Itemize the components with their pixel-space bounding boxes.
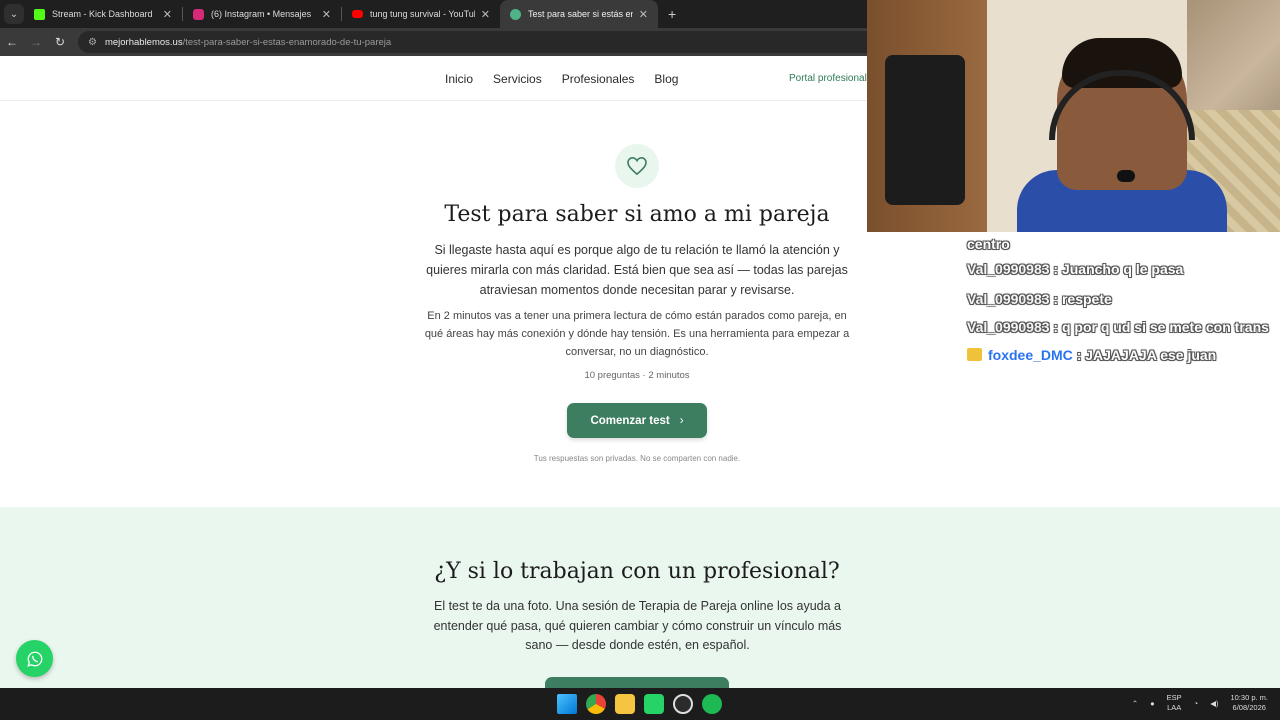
nav-link-inicio[interactable]: Inicio bbox=[445, 72, 473, 86]
crown-badge-icon bbox=[967, 348, 982, 361]
chat-fragment: centro bbox=[967, 236, 1010, 252]
heart-icon bbox=[615, 144, 659, 188]
chat-username: Val_0990983 bbox=[967, 291, 1050, 307]
close-icon[interactable]: ✕ bbox=[481, 8, 490, 21]
chat-text: : JAJAJAJA ese juan bbox=[1076, 347, 1217, 363]
test-meta: 10 preguntas · 2 minutos bbox=[584, 370, 690, 381]
portal-profesional-link[interactable]: Portal profesional bbox=[789, 73, 867, 84]
nav-link-profesionales[interactable]: Profesionales bbox=[562, 72, 635, 86]
volume-icon[interactable]: ◀) bbox=[1210, 699, 1218, 708]
privacy-note: Tus respuestas son privadas. No se compa… bbox=[533, 454, 741, 463]
hero-lead-text: Si llegaste hasta aquí es porque algo de… bbox=[426, 243, 848, 297]
section-text: El test te da una foto. Una sesión de Te… bbox=[433, 599, 842, 652]
lang-top: ESP bbox=[1166, 693, 1182, 702]
close-icon[interactable]: ✕ bbox=[322, 8, 331, 21]
clock[interactable]: 10:30 p. m. 6/08/2026 bbox=[1230, 693, 1268, 713]
start-test-button[interactable]: Comenzar test › bbox=[567, 403, 707, 438]
chat-username: foxdee_DMC bbox=[988, 347, 1073, 363]
url-path: /test-para-saber-si-estas-enamorado-de-t… bbox=[182, 36, 392, 48]
obs-icon[interactable] bbox=[673, 694, 693, 714]
whatsapp-icon bbox=[26, 651, 42, 667]
tab-youtube[interactable]: tung tung survival - YouTube ✕ bbox=[342, 0, 500, 28]
clock-date: 6/08/2026 bbox=[1232, 703, 1266, 712]
tab-title: Test para saber si estás enamor bbox=[528, 9, 633, 19]
tab-test-active[interactable]: Test para saber si estás enamor ✕ bbox=[500, 0, 658, 28]
site-favicon-icon bbox=[510, 8, 521, 20]
tab-title: tung tung survival - YouTube bbox=[370, 9, 475, 19]
kick-icon bbox=[34, 8, 45, 20]
nav-link-blog[interactable]: Blog bbox=[654, 72, 678, 86]
url-field[interactable]: ⚙ mejorhablemos.us/test-para-saber-si-es… bbox=[78, 31, 878, 53]
microphone-icon bbox=[1117, 170, 1135, 182]
wifi-icon[interactable]: ◔ bbox=[1194, 699, 1199, 708]
system-tray: ⌃ ● ESP LAA ◔ ◀) 10:30 p. m. 6/08/2026 bbox=[1132, 693, 1268, 713]
microphone-tray-icon[interactable]: ● bbox=[1150, 699, 1155, 708]
taskbar-apps bbox=[557, 694, 722, 714]
chevron-up-icon[interactable]: ⌃ bbox=[1132, 699, 1138, 708]
youtube-icon bbox=[352, 10, 363, 18]
webcam-overlay bbox=[867, 0, 1280, 232]
chat-message: foxdee_DMC : JAJAJAJA ese juan bbox=[967, 340, 1280, 370]
hero-sub-text: En 2 minutos vas a tener una primera lec… bbox=[424, 310, 850, 358]
reload-icon[interactable]: ↻ bbox=[48, 35, 72, 49]
windows-start-icon[interactable] bbox=[557, 694, 577, 714]
site-nav-links: Inicio Servicios Profesionales Blog bbox=[445, 72, 678, 86]
instagram-icon bbox=[193, 8, 204, 20]
close-icon[interactable]: ✕ bbox=[163, 8, 172, 21]
new-tab-icon[interactable]: + bbox=[668, 6, 676, 22]
close-icon[interactable]: ✕ bbox=[639, 8, 648, 21]
professional-section: ¿Y si lo trabajan con un profesional? El… bbox=[0, 507, 1280, 688]
tab-instagram[interactable]: (6) Instagram • Mensajes ✕ bbox=[183, 0, 341, 28]
chat-message: Val_0990983 : respete bbox=[967, 284, 1280, 314]
taskbar: ⌃ ● ESP LAA ◔ ◀) 10:30 p. m. 6/08/2026 bbox=[0, 688, 1280, 720]
chat-message: Val_0990983 : q por q ud si se mete con … bbox=[967, 314, 1280, 340]
section-title: ¿Y si lo trabajan con un profesional? bbox=[434, 559, 840, 584]
whatsapp-button[interactable] bbox=[16, 640, 53, 677]
nav-link-servicios[interactable]: Servicios bbox=[493, 72, 542, 86]
tab-title: Stream - Kick Dashboard bbox=[52, 9, 153, 19]
language-indicator[interactable]: ESP LAA bbox=[1167, 693, 1182, 713]
webcam-case bbox=[885, 55, 965, 205]
chat-username: Val_0990983 bbox=[967, 261, 1050, 277]
back-icon[interactable]: ← bbox=[0, 35, 24, 49]
forward-icon[interactable]: → bbox=[24, 35, 48, 49]
chat-text: : q por q ud si se mete con trans bbox=[1053, 319, 1269, 335]
professional-cta-button[interactable] bbox=[545, 677, 729, 688]
stream-chat-overlay: centro Val_0990983 : Juancho q le pasa V… bbox=[967, 234, 1280, 370]
lang-bottom: LAA bbox=[1167, 703, 1182, 712]
clock-time: 10:30 p. m. bbox=[1230, 693, 1268, 702]
chat-text: : Juancho q le pasa bbox=[1053, 261, 1184, 277]
whatsapp-desktop-icon[interactable] bbox=[644, 694, 664, 714]
chat-text: : respete bbox=[1053, 291, 1112, 307]
site-settings-icon[interactable]: ⚙ bbox=[88, 37, 97, 48]
file-explorer-icon[interactable] bbox=[615, 694, 635, 714]
spotify-icon[interactable] bbox=[702, 694, 722, 714]
url-host: mejorhablemos.us bbox=[104, 36, 183, 48]
chrome-icon[interactable] bbox=[586, 694, 606, 714]
start-test-label: Comenzar test bbox=[590, 414, 670, 427]
tab-search-button[interactable]: ⌄ bbox=[4, 4, 24, 24]
chevron-right-icon: › bbox=[679, 414, 684, 427]
chat-username: Val_0990983 bbox=[967, 319, 1050, 335]
tab-kick[interactable]: Stream - Kick Dashboard ✕ bbox=[24, 0, 182, 28]
chat-message: Val_0990983 : Juancho q le pasa bbox=[967, 254, 1280, 284]
tab-title: (6) Instagram • Mensajes bbox=[211, 9, 312, 19]
